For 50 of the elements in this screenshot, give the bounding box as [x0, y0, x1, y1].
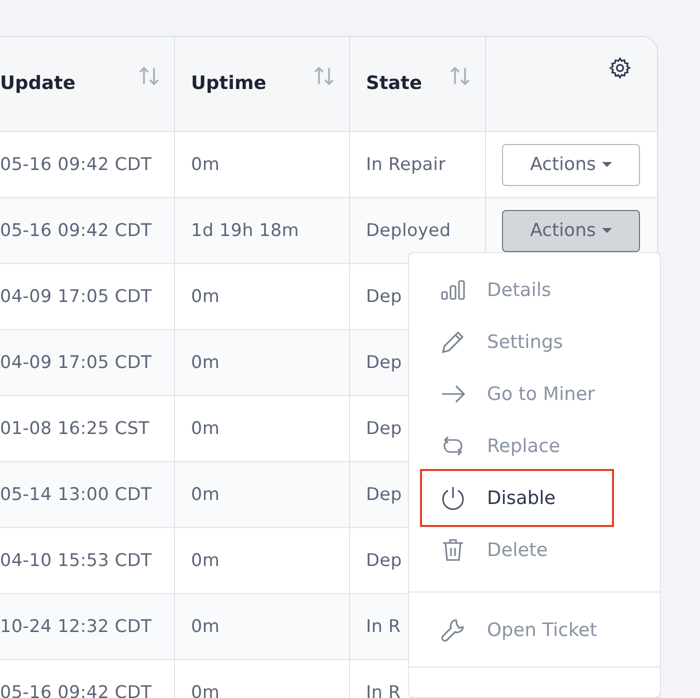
column-header[interactable]: Uptime — [191, 73, 266, 94]
table-cell: 0m — [191, 418, 220, 438]
table-cell: 05-16 09:42 CDT — [0, 154, 152, 174]
table-cell: 0m — [191, 286, 220, 306]
pencil-icon — [440, 329, 466, 355]
column-header[interactable]: Update — [0, 73, 76, 94]
menu-item[interactable]: Disable — [423, 472, 611, 524]
bar-chart-icon — [440, 277, 466, 303]
table-cell: 0m — [191, 616, 220, 636]
table-cell: 04-10 15:53 CDT — [0, 550, 152, 570]
table-cell: 0m — [191, 550, 220, 570]
table-cell: 0m — [191, 352, 220, 372]
power-icon — [440, 485, 466, 511]
menu-item[interactable]: Details — [423, 264, 611, 316]
table-cell: In R — [366, 616, 401, 636]
settings-icon[interactable] — [608, 56, 632, 80]
menu-item[interactable]: Delete — [423, 524, 611, 576]
table-cell: 10-24 12:32 CDT — [0, 616, 152, 636]
trash-icon — [440, 537, 466, 563]
caret-icon — [602, 162, 612, 167]
table-cell: 01-08 16:25 CST — [0, 418, 150, 438]
menu-item[interactable]: Replace — [423, 420, 611, 472]
menu-item[interactable]: Open Ticket — [423, 604, 611, 656]
table-cell: Dep — [366, 550, 402, 570]
table-cell: 1d 19h 18m — [191, 220, 300, 240]
table-cell: 0m — [191, 154, 220, 174]
column-header[interactable]: State — [366, 73, 422, 94]
actions-button[interactable]: Actions — [502, 144, 640, 186]
caret-icon — [602, 228, 612, 233]
table-cell: 0m — [191, 484, 220, 504]
table-cell: In Repair — [366, 154, 446, 174]
table-cell: 04-09 17:05 CDT — [0, 286, 152, 306]
table-cell: Dep — [366, 352, 402, 372]
table-cell: Deployed — [366, 220, 451, 240]
table-cell: 0m — [191, 682, 220, 698]
table-cell: In R — [366, 682, 401, 698]
sort-icon[interactable] — [313, 65, 335, 87]
table-cell: 05-16 09:42 CDT — [0, 220, 152, 240]
table-cell: 05-16 09:42 CDT — [0, 682, 152, 698]
table-cell: Dep — [366, 418, 402, 438]
menu-item[interactable]: Go to Miner — [423, 368, 611, 420]
actions-button[interactable]: Actions — [502, 210, 640, 252]
menu-item[interactable]: Settings — [423, 316, 611, 368]
sort-icon[interactable] — [449, 65, 471, 87]
table-cell: 04-09 17:05 CDT — [0, 352, 152, 372]
table-cell: 05-14 13:00 CDT — [0, 484, 152, 504]
table-cell: Dep — [366, 484, 402, 504]
table-cell: Dep — [366, 286, 402, 306]
sort-icon[interactable] — [138, 65, 160, 87]
wrench-icon — [440, 617, 466, 643]
